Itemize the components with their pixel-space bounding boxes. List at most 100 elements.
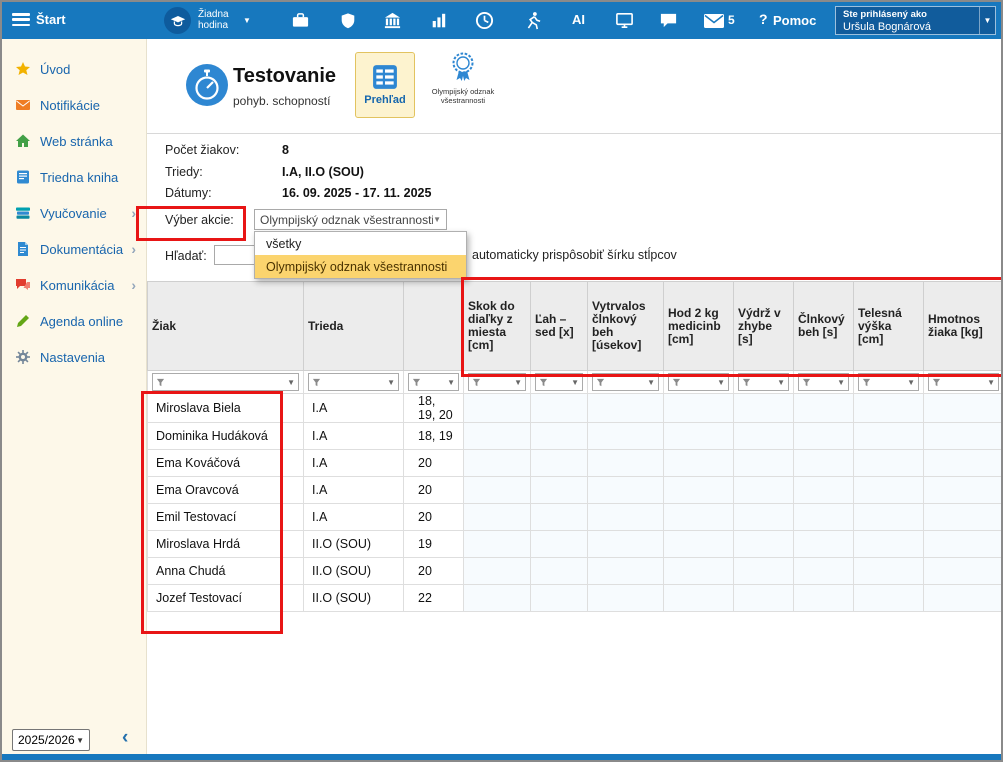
sidebar-item-komunikacia[interactable]: Komunikácia › (2, 267, 146, 303)
lesson-status-icon[interactable] (164, 7, 191, 34)
start-menu-label[interactable]: Štart (36, 12, 66, 27)
student-class: I.A (304, 477, 404, 504)
star-icon (15, 61, 31, 77)
funnel-icon (312, 378, 321, 387)
sidebar-item-nastavenia[interactable]: Nastavenia (2, 339, 146, 375)
lesson-dropdown-chevron-icon[interactable]: ▼ (243, 16, 251, 25)
table-row[interactable]: Emil Testovací I.A 20 (148, 504, 1003, 531)
col-header-skok[interactable]: Skok do diaľky z miesta [cm] (464, 282, 531, 371)
chevron-down-icon: ▼ (287, 378, 295, 387)
sidebar-item-agenda-online[interactable]: Agenda online (2, 303, 146, 339)
column-filter[interactable]: ▼ (858, 373, 919, 391)
column-filter[interactable]: ▼ (468, 373, 526, 391)
action-select[interactable]: Olympijský odznak všestrannosti ▼ (254, 209, 447, 230)
chevron-down-icon: ▼ (647, 378, 655, 387)
funnel-icon (742, 378, 751, 387)
chevron-down-icon: ▼ (514, 378, 522, 387)
logged-in-user-menu[interactable]: Ste prihlásený ako Uršula Bognárová ▼ (835, 6, 996, 35)
school-year-select[interactable]: 2025/2026 ▼ (12, 729, 90, 751)
column-filter[interactable]: ▼ (928, 373, 999, 391)
running-person-icon[interactable] (522, 10, 543, 31)
student-class: II.O (SOU) (304, 531, 404, 558)
chat-bubble-icon[interactable] (658, 10, 679, 31)
chevron-down-icon: ▼ (571, 378, 579, 387)
sidebar-collapse-button[interactable]: ‹ (122, 727, 128, 749)
column-filter[interactable]: ▼ (592, 373, 659, 391)
sidebar-item-triedna-kniha[interactable]: Triedna kniha (2, 159, 146, 195)
student-class: I.A (304, 450, 404, 477)
dropdown-option-vsetky[interactable]: všetky (255, 232, 466, 255)
dropdown-option-olympijsky[interactable]: Olympijský odznak všestrannosti (255, 255, 466, 278)
house-icon (15, 133, 31, 149)
chevron-right-icon: › (131, 205, 136, 221)
action-select-dropdown: všetky Olympijský odznak všestrannosti (254, 231, 467, 279)
col-header-trieda[interactable]: Trieda (304, 282, 404, 371)
col-header-clnkovy-beh[interactable]: Člnkový beh [s] (794, 282, 854, 371)
funnel-icon (932, 378, 941, 387)
chevron-down-icon: ▼ (907, 378, 915, 387)
table-row[interactable]: Jozef Testovací II.O (SOU) 22 (148, 585, 1003, 612)
col-header-vydrz[interactable]: Výdrž v zhybe [s] (734, 282, 794, 371)
shield-icon[interactable] (337, 10, 358, 31)
action-select-label: Výber akcie: (165, 213, 234, 227)
student-name: Ema Kováčová (148, 450, 304, 477)
table-row[interactable]: Ema Oravcová I.A 20 (148, 477, 1003, 504)
bar-chart-icon[interactable] (428, 10, 449, 31)
books-icon (15, 205, 31, 221)
ai-assistant-button[interactable]: AI (572, 12, 585, 27)
col-header-ziak[interactable]: Žiak (148, 282, 304, 371)
col-header-lah-sed[interactable]: Ľah – sed [x] (531, 282, 588, 371)
bank-building-icon[interactable] (382, 10, 403, 31)
column-filter[interactable]: ▼ (308, 373, 399, 391)
screen-share-icon[interactable] (614, 10, 635, 31)
bottom-bar (2, 754, 1001, 760)
sidebar-item-web-stranka[interactable]: Web stránka (2, 123, 146, 159)
column-filter[interactable]: ▼ (668, 373, 729, 391)
table-row[interactable]: Dominika Hudáková I.A 18, 19 (148, 423, 1003, 450)
table-row[interactable]: Miroslava Hrdá II.O (SOU) 19 (148, 531, 1003, 558)
help-button[interactable]: Pomoc (773, 13, 816, 28)
student-score: 19 (404, 531, 464, 558)
autofit-columns-label: automaticky prispôsobiť šírku stĺpcov (472, 248, 677, 262)
sidebar-item-uvod[interactable]: Úvod (2, 51, 146, 87)
sidebar-item-dokumentacia[interactable]: Dokumentácia › (2, 231, 146, 267)
col-header-telesna-vyska[interactable]: Telesná výška [cm] (854, 282, 924, 371)
hamburger-menu-icon[interactable] (12, 13, 30, 27)
main-content: Testovanie pohyb. schopností Prehľad Oly… (147, 39, 1001, 754)
clock-gauge-icon[interactable] (474, 10, 495, 31)
col-header-hmotnost[interactable]: Hmotnos žiaka [kg] (924, 282, 1003, 371)
student-score: 18, 19, 20 (404, 394, 464, 423)
search-label: Hľadať: (165, 249, 207, 263)
col-header-blank[interactable] (404, 282, 464, 371)
student-name: Emil Testovací (148, 504, 304, 531)
column-filter[interactable]: ▼ (152, 373, 299, 391)
class-register-icon (15, 169, 31, 185)
current-lesson-status[interactable]: Žiadna hodina (198, 9, 229, 31)
sidebar-item-vyucovanie[interactable]: Vyučovanie › (2, 195, 146, 231)
app-window: Štart Žiadna hodina ▼ AI (0, 0, 1003, 762)
help-question-icon[interactable]: ? (759, 11, 768, 27)
sidebar-item-notifikacie[interactable]: Notifikácie (2, 87, 146, 123)
olympic-badge-tab[interactable]: Olympijský odznak všestrannosti (430, 51, 496, 105)
table-row[interactable]: Anna Chudá II.O (SOU) 20 (148, 558, 1003, 585)
column-filter[interactable]: ▼ (798, 373, 849, 391)
student-name: Jozef Testovací (148, 585, 304, 612)
col-header-hod-medicinbalom[interactable]: Hod 2 kg medicinb [cm] (664, 282, 734, 371)
column-filter[interactable]: ▼ (738, 373, 789, 391)
mail-envelope-icon[interactable] (702, 10, 725, 31)
column-filter[interactable]: ▼ (408, 373, 459, 391)
page-title: Testovanie (233, 65, 336, 88)
gear-icon (15, 349, 31, 365)
login-status-text: Ste prihlásený ako (843, 9, 972, 21)
col-header-vytrvalostny-beh[interactable]: Vytrvalos člnkový beh [úsekov] (588, 282, 664, 371)
briefcase-icon[interactable] (290, 10, 311, 31)
user-menu-chevron-icon[interactable]: ▼ (979, 7, 995, 34)
overview-tab-button[interactable]: Prehľad (355, 52, 415, 118)
table-row[interactable]: Miroslava Biela I.A 18, 19, 20 (148, 394, 1003, 423)
column-filter[interactable]: ▼ (535, 373, 583, 391)
graduation-cap-icon (169, 12, 187, 30)
student-class: II.O (SOU) (304, 558, 404, 585)
student-score: 20 (404, 504, 464, 531)
table-row[interactable]: Ema Kováčová I.A 20 (148, 450, 1003, 477)
student-class: I.A (304, 423, 404, 450)
